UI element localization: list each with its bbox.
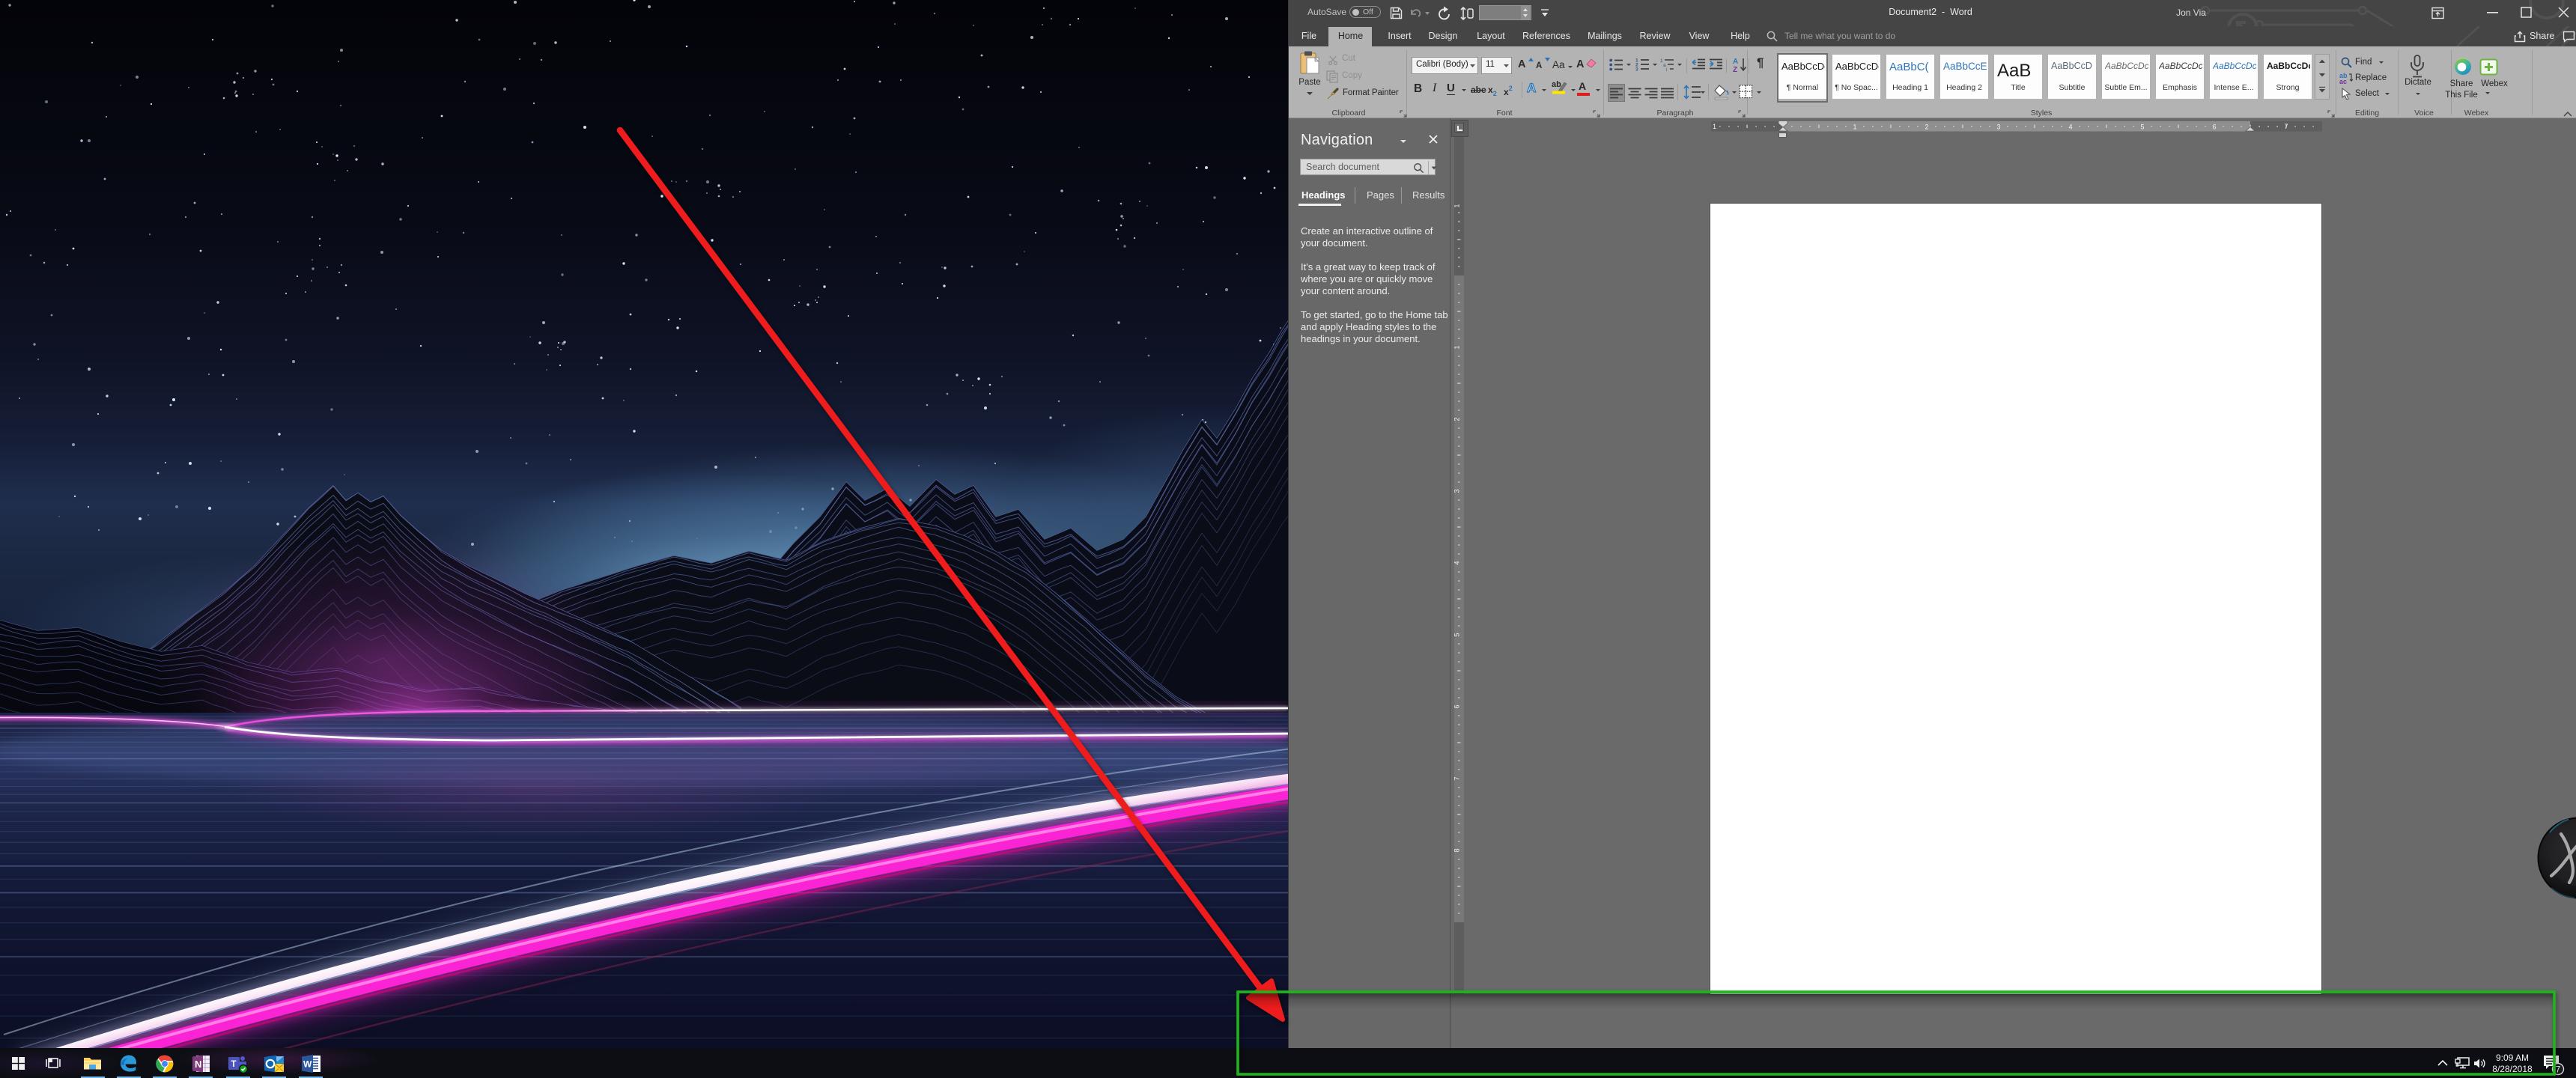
svg-text:1: 1 (1713, 123, 1716, 130)
svg-text:6: 6 (1454, 704, 1461, 708)
svg-text:7: 7 (2284, 123, 2288, 130)
svg-text:N: N (195, 1059, 201, 1070)
svg-text:3: 3 (1996, 124, 2000, 131)
svg-text:W: W (303, 1059, 312, 1070)
svg-text:i: i (1666, 67, 1667, 71)
svg-text:8: 8 (1454, 848, 1461, 852)
svg-text:1: 1 (1454, 204, 1461, 207)
svg-text:6: 6 (2212, 124, 2216, 131)
svg-text:2: 2 (1925, 124, 1928, 131)
svg-text:5: 5 (2140, 124, 2144, 131)
svg-text:1: 1 (1853, 124, 1856, 131)
svg-text:4: 4 (2068, 124, 2072, 131)
svg-text:ac: ac (2339, 78, 2347, 84)
svg-text:1: 1 (1454, 345, 1461, 349)
svg-text:5: 5 (1454, 633, 1461, 636)
svg-text:3: 3 (1635, 67, 1638, 72)
svg-text:7: 7 (2556, 1066, 2560, 1075)
svg-text:A: A (1733, 58, 1738, 66)
svg-text:T: T (231, 1060, 237, 1069)
svg-text:2: 2 (1454, 417, 1461, 421)
svg-text:Z: Z (1733, 66, 1737, 73)
svg-text:4: 4 (1454, 561, 1461, 564)
svg-text:3: 3 (1454, 489, 1461, 493)
svg-text:7: 7 (1454, 776, 1461, 780)
